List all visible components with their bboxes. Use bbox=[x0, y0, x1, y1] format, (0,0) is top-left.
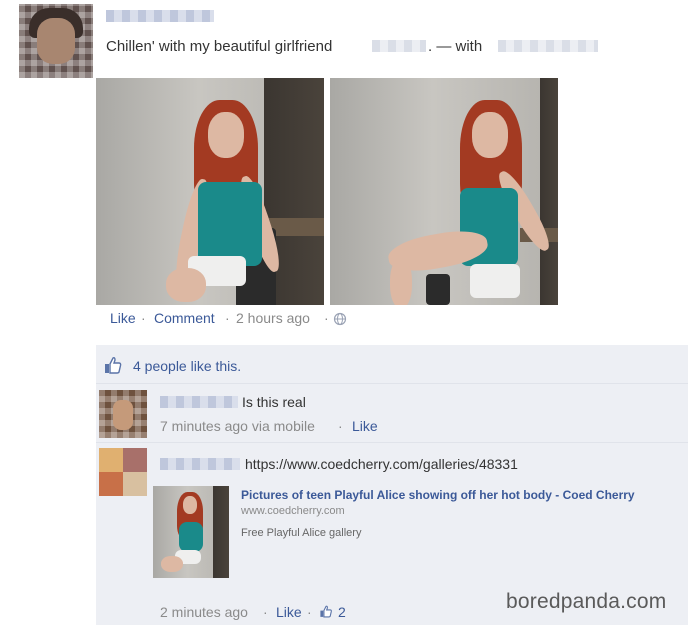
comment-text: Is this real bbox=[242, 394, 306, 410]
comment-like-count[interactable]: 2 bbox=[338, 604, 346, 620]
comment-meta[interactable]: 7 minutes ago via mobile bbox=[160, 418, 315, 434]
comment-like-link[interactable]: Like bbox=[276, 604, 302, 620]
poster-avatar[interactable] bbox=[19, 4, 93, 78]
comment-meta[interactable]: 2 minutes ago bbox=[160, 604, 248, 620]
comment-avatar[interactable] bbox=[99, 390, 147, 438]
post-timestamp[interactable]: 2 hours ago bbox=[236, 310, 310, 326]
link-preview-thumbnail[interactable] bbox=[153, 486, 229, 578]
status-text: Chillen' with my beautiful girlfriend bbox=[106, 38, 333, 55]
tagged-friends-redacted[interactable] bbox=[498, 40, 598, 52]
action-separator: · bbox=[307, 604, 312, 620]
tagged-girlfriend-redacted[interactable] bbox=[372, 40, 426, 52]
globe-icon[interactable] bbox=[333, 312, 347, 326]
watermark: boredpanda.com bbox=[506, 590, 667, 613]
comment-avatar[interactable] bbox=[99, 448, 147, 496]
action-separator: · bbox=[225, 310, 230, 326]
post-like-link[interactable]: Like bbox=[110, 310, 136, 326]
divider bbox=[96, 383, 688, 384]
commenter-name-redacted[interactable] bbox=[160, 396, 238, 408]
likes-summary-text[interactable]: 4 people like this. bbox=[133, 358, 241, 374]
action-separator: · bbox=[141, 310, 146, 326]
action-separator: · bbox=[263, 604, 268, 620]
comment-url-link[interactable]: https://www.coedcherry.com/galleries/483… bbox=[245, 456, 518, 472]
thumbs-up-icon[interactable] bbox=[319, 605, 333, 619]
comments-panel bbox=[96, 345, 688, 625]
link-preview-title[interactable]: Pictures of teen Playful Alice showing o… bbox=[241, 488, 635, 502]
link-preview-description: Free Playful Alice gallery bbox=[241, 527, 362, 539]
status-with-separator: . — with bbox=[428, 38, 483, 55]
divider bbox=[96, 442, 688, 443]
action-separator: · bbox=[338, 418, 343, 434]
post-photo-1[interactable] bbox=[96, 78, 324, 305]
commenter-name-redacted[interactable] bbox=[160, 458, 240, 470]
post-photo-2[interactable] bbox=[330, 78, 558, 305]
comment-like-link[interactable]: Like bbox=[352, 418, 378, 434]
likes-summary[interactable]: 4 people like this. bbox=[133, 358, 241, 374]
thumbs-up-icon bbox=[105, 357, 122, 374]
post-comment-link[interactable]: Comment bbox=[154, 310, 215, 326]
poster-name-redacted[interactable] bbox=[106, 10, 214, 22]
link-preview-domain: www.coedcherry.com bbox=[241, 505, 345, 517]
action-separator: · bbox=[324, 310, 329, 326]
